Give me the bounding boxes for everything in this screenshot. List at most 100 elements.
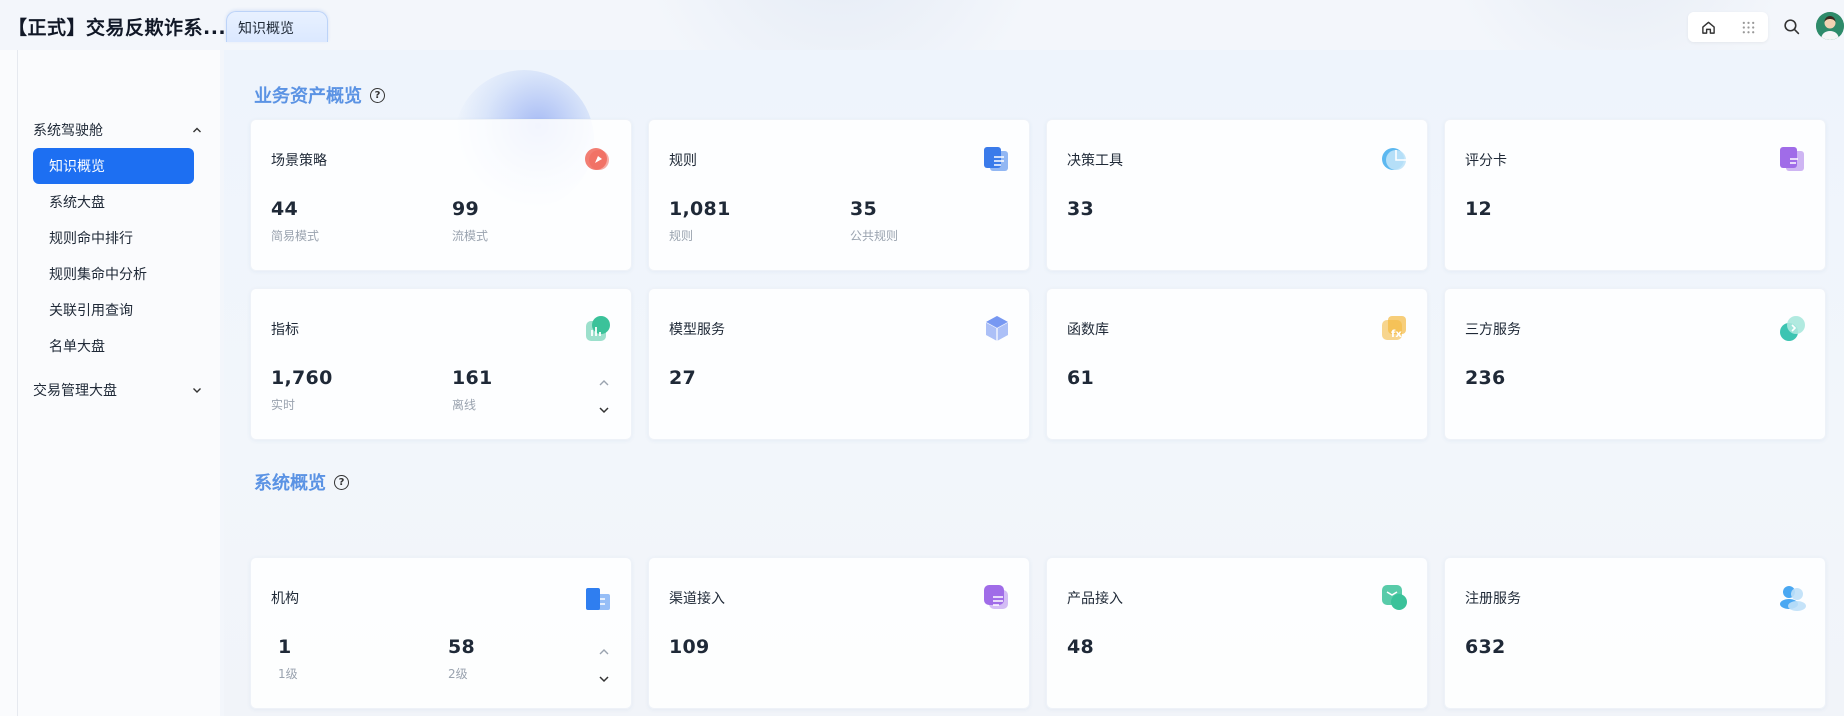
section-title-business-assets: 业务资产概览 ? xyxy=(254,82,385,108)
stat-label: 规则 xyxy=(669,229,694,243)
card-stat: 58 2级 xyxy=(448,636,475,682)
card-stat: 1 1级 xyxy=(278,636,298,682)
card-stat: 109 xyxy=(669,636,710,658)
stat-value: 27 xyxy=(669,367,697,389)
asset-card[interactable]: 模型服务 27 xyxy=(648,288,1030,440)
card-stat: 1,081 规则 xyxy=(669,198,731,244)
asset-card[interactable]: 规则 1,081 规则 35 公共规则 xyxy=(648,119,1030,271)
stat-value: 109 xyxy=(669,636,710,658)
sidebar-group-cockpit[interactable]: 系统驾驶舱 xyxy=(33,116,203,144)
tab-knowledge-overview[interactable]: 知识概览 xyxy=(226,11,328,42)
card-stat: 236 xyxy=(1465,367,1506,389)
home-button[interactable] xyxy=(1688,12,1728,42)
asset-card[interactable]: 三方服务 236 xyxy=(1444,288,1826,440)
search-button[interactable] xyxy=(1778,13,1804,39)
card-title: 注册服务 xyxy=(1465,591,1521,607)
bar-chart-icon xyxy=(583,313,611,341)
stat-label: 流模式 xyxy=(452,229,489,243)
card-title: 三方服务 xyxy=(1465,322,1521,338)
asset-card[interactable]: 评分卡 12 xyxy=(1444,119,1826,271)
stat-value: 1,760 xyxy=(271,367,333,389)
stat-value: 12 xyxy=(1465,198,1493,220)
stat-value: 1 xyxy=(278,636,292,658)
card-stat: 12 xyxy=(1465,198,1492,220)
asset-card[interactable]: 注册服务 632 xyxy=(1444,557,1826,709)
card-stat: 33 xyxy=(1067,198,1094,220)
sidebar-group-label: 系统驾驶舱 xyxy=(33,123,103,139)
card-title: 函数库 xyxy=(1067,322,1109,338)
card-stat: 44 简易模式 xyxy=(271,198,319,244)
toolbar-group xyxy=(1688,12,1768,42)
sidebar-group-transaction[interactable]: 交易管理大盘 xyxy=(33,376,203,404)
stat-label: 离线 xyxy=(452,398,477,412)
help-icon[interactable]: ? xyxy=(370,87,385,103)
sidebar-divider xyxy=(17,50,18,716)
user-avatar-icon xyxy=(1816,12,1844,40)
scroll-toggle[interactable] xyxy=(597,646,611,686)
sidebar-item-reference-query[interactable]: 关联引用查询 xyxy=(33,292,194,328)
sidebar-item-system-dashboard[interactable]: 系统大盘 xyxy=(33,184,194,220)
sidebar-item-ruleset-hit-analysis[interactable]: 规则集命中分析 xyxy=(33,256,194,292)
main-content: 业务资产概览 ? 系统概览 ? 场景策略 44 简易模式 99 流模式 规则 1,081 规则… xyxy=(224,50,1844,716)
stat-value: 61 xyxy=(1067,367,1095,389)
chevron-up-icon[interactable] xyxy=(597,377,611,389)
help-icon[interactable]: ? xyxy=(334,474,349,490)
sidebar-group-label: 交易管理大盘 xyxy=(33,383,117,399)
search-icon xyxy=(1783,18,1799,34)
cube-icon xyxy=(981,313,1009,341)
card-title: 指标 xyxy=(271,322,299,338)
chevron-up-icon[interactable] xyxy=(597,646,611,658)
section-title-system-overview: 系统概览 ? xyxy=(254,469,349,495)
link-icon xyxy=(1777,313,1805,341)
sidebar-item-list-dashboard[interactable]: 名单大盘 xyxy=(33,328,194,364)
grid-dots-icon xyxy=(1742,21,1754,33)
card-title: 产品接入 xyxy=(1067,591,1123,607)
card-stat: 27 xyxy=(669,367,696,389)
card-title: 场景策略 xyxy=(271,153,327,169)
asset-card[interactable]: 机构 1 1级 58 2级 xyxy=(250,557,632,709)
card-stat: 1,760 实时 xyxy=(271,367,333,413)
asset-card[interactable]: 指标 1,760 实时 161 离线 xyxy=(250,288,632,440)
sidebar-item-knowledge-overview[interactable]: 知识概览 xyxy=(33,148,194,184)
stat-value: 161 xyxy=(452,367,493,389)
users-icon xyxy=(1777,582,1806,611)
asset-card[interactable]: 决策工具 33 xyxy=(1046,119,1428,271)
chevron-down-icon[interactable] xyxy=(597,404,611,416)
compass-icon xyxy=(583,144,611,172)
stat-value: 236 xyxy=(1465,367,1506,389)
card-stat: 632 xyxy=(1465,636,1506,658)
stat-label: 1级 xyxy=(278,667,298,681)
avatar[interactable] xyxy=(1816,12,1844,40)
building-icon xyxy=(583,582,611,610)
asset-card[interactable]: 函数库 fx 61 xyxy=(1046,288,1428,440)
stat-value: 48 xyxy=(1067,636,1095,658)
section-title-text: 业务资产概览 xyxy=(254,86,362,107)
card-title: 机构 xyxy=(271,591,299,607)
stat-value: 99 xyxy=(452,198,480,220)
scroll-toggle[interactable] xyxy=(597,377,611,417)
scorecard-icon xyxy=(1777,144,1805,172)
stat-label: 简易模式 xyxy=(271,229,320,243)
card-stat: 161 离线 xyxy=(452,367,493,413)
card-title: 规则 xyxy=(669,153,697,169)
chevron-up-icon xyxy=(193,127,201,133)
chevron-down-icon[interactable] xyxy=(597,673,611,685)
sidebar-item-rule-hit-ranking[interactable]: 规则命中排行 xyxy=(33,220,194,256)
section-title-text: 系统概览 xyxy=(254,473,326,494)
fx-icon: fx xyxy=(1379,313,1407,341)
asset-card[interactable]: 场景策略 44 简易模式 99 流模式 xyxy=(250,119,632,271)
product-icon xyxy=(1379,582,1407,610)
card-stat: 48 xyxy=(1067,636,1094,658)
pie-icon xyxy=(1379,144,1407,172)
apps-button[interactable] xyxy=(1728,12,1768,42)
card-stat: 99 流模式 xyxy=(452,198,488,244)
stat-value: 58 xyxy=(448,636,476,658)
stat-value: 33 xyxy=(1067,198,1095,220)
stat-label: 实时 xyxy=(271,398,296,412)
asset-card[interactable]: 渠道接入 109 xyxy=(648,557,1030,709)
asset-card[interactable]: 产品接入 48 xyxy=(1046,557,1428,709)
card-title: 评分卡 xyxy=(1465,153,1507,169)
stat-value: 1,081 xyxy=(669,198,731,220)
top-bar: 【正式】交易反欺诈系... 知识概览 xyxy=(0,0,1844,50)
home-icon xyxy=(1701,21,1715,34)
